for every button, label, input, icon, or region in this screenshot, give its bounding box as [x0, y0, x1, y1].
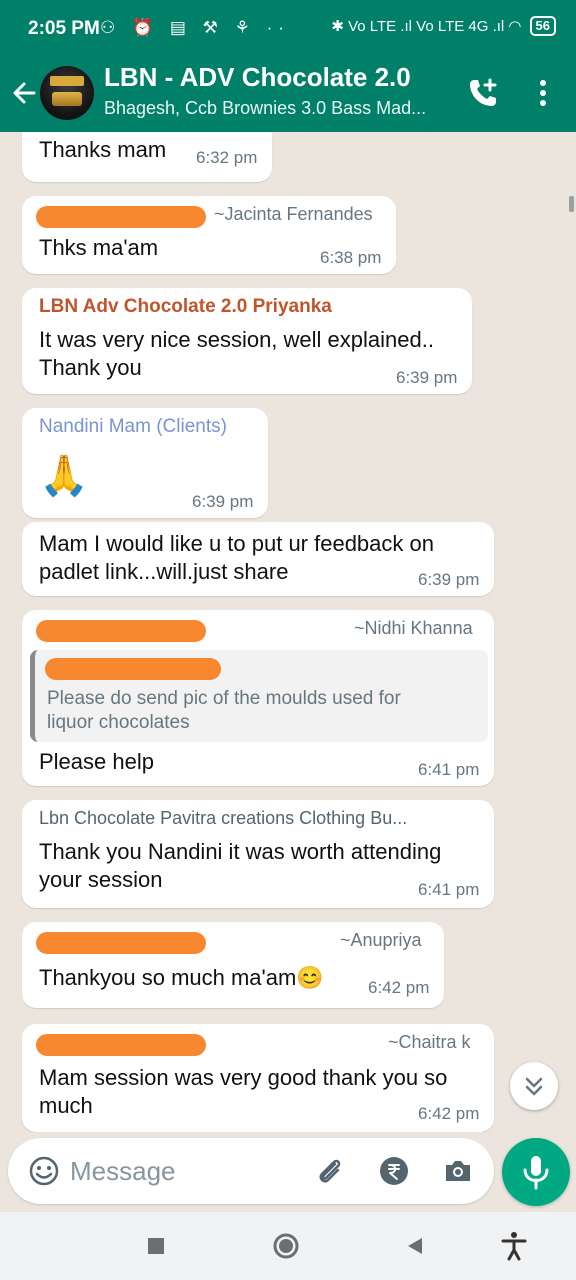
circle-icon[interactable] [270, 1230, 302, 1262]
square-icon[interactable] [140, 1230, 172, 1262]
double-chevron-down-icon[interactable] [510, 1062, 558, 1110]
attach-icon[interactable] [314, 1155, 346, 1187]
message-bubble[interactable]: LBN Adv Chocolate 2.0 Priyanka It was ve… [22, 288, 472, 394]
system-nav-bar [0, 1212, 576, 1280]
folded-hands-emoji: 🙏 [39, 454, 89, 498]
status-bar: 2:05 PM ⚇ ⏰ ▤ ⚒ ⚘ ·· ✱ Vo LTE .ıl Vo LTE… [0, 0, 576, 60]
message-bubble[interactable]: Mam I would like u to put ur feedback on… [22, 522, 494, 596]
message-bubble[interactable]: ~Anupriya Thankyou so much ma'am😊 6:42 p… [22, 922, 444, 1008]
quoted-message[interactable]: Please do send pic of the moulds used fo… [30, 650, 488, 742]
mic-icon[interactable] [502, 1138, 570, 1206]
status-time: 2:05 PM [28, 18, 100, 39]
emoji-icon[interactable] [28, 1155, 60, 1187]
triangle-back-icon[interactable] [398, 1230, 430, 1262]
redacted-sender [36, 1034, 206, 1056]
message-bubble[interactable]: Nandini Mam (Clients) 🙏 6:39 pm [22, 408, 268, 518]
message-bubble[interactable]: Lbn Chocolate Pavitra creations Clothing… [22, 800, 494, 908]
chat-participants[interactable]: Bhagesh, Ccb Brownies 3.0 Bass Mad... [104, 98, 426, 119]
back-arrow-icon[interactable] [10, 78, 38, 108]
message-bubble[interactable]: ~Jacinta Fernandes Thks ma'am 6:38 pm [22, 196, 396, 274]
message-bubble[interactable]: ~Nidhi Khanna Please do send pic of the … [22, 610, 494, 786]
message-bubble[interactable]: Thanks mam 6:32 pm [22, 132, 272, 182]
status-left-icons: ⚇ ⏰ ▤ ⚒ ⚘ ·· [100, 18, 290, 37]
sender-name: Lbn Chocolate Pavitra creations Clothing… [39, 808, 408, 828]
signal-icons: ✱ Vo LTE .ıl Vo LTE 4G .ıl ◠ [331, 18, 522, 35]
group-avatar[interactable] [40, 66, 94, 120]
add-call-icon[interactable] [466, 76, 500, 110]
message-list[interactable]: Thanks mam 6:32 pm ~Jacinta Fernandes Th… [0, 132, 576, 1132]
chat-header: LBN - ADV Chocolate 2.0 Bhagesh, Ccb Bro… [0, 60, 576, 132]
sender-name: LBN Adv Chocolate 2.0 Priyanka [39, 296, 332, 317]
camera-icon[interactable] [442, 1155, 474, 1187]
scrollbar[interactable] [569, 196, 574, 212]
status-right: ✱ Vo LTE .ıl Vo LTE 4G .ıl ◠ 56 [331, 16, 556, 36]
redacted-quote-sender [45, 658, 221, 680]
rupee-icon[interactable] [378, 1155, 410, 1187]
redacted-sender [36, 620, 206, 642]
more-vert-icon[interactable] [530, 78, 556, 108]
compose-bar [8, 1138, 494, 1204]
chat-title[interactable]: LBN - ADV Chocolate 2.0 [104, 62, 411, 93]
accessibility-icon[interactable] [498, 1230, 530, 1262]
battery-icon: 56 [529, 16, 556, 36]
redacted-sender [36, 932, 206, 954]
message-bubble[interactable]: ~Chaitra k Mam session was very good tha… [22, 1024, 494, 1132]
sender-name: Nandini Mam (Clients) [39, 416, 227, 437]
message-input[interactable] [70, 1152, 300, 1190]
redacted-sender [36, 206, 206, 228]
